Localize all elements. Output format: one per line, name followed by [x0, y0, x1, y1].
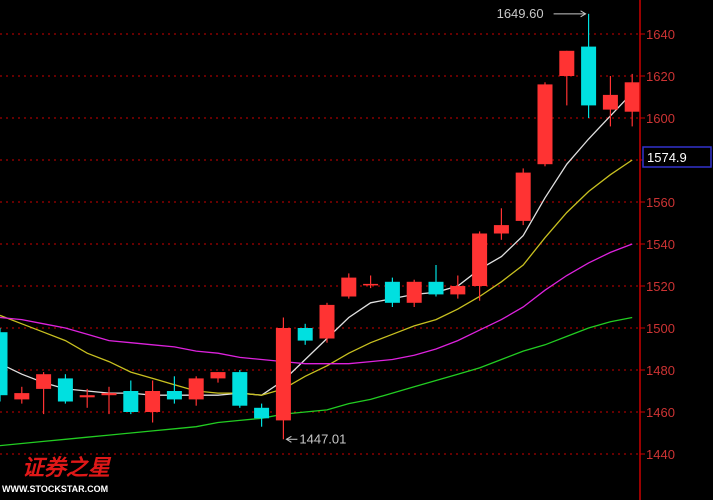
candle-body: [602, 94, 618, 110]
candle-body: [559, 50, 575, 76]
moving-average-line: [0, 92, 633, 396]
candle-up: [559, 50, 575, 106]
moving-average-line: [0, 159, 633, 396]
stock-chart-panel: 1440146014801500152015401560158016001620…: [0, 0, 713, 500]
watermark-logo: 证券之星 WWW.STOCKSTAR.COM: [2, 455, 112, 494]
y-tick-label: 1620: [646, 69, 675, 84]
candle-up: [36, 372, 52, 415]
candle-body: [57, 378, 73, 402]
candle-body: [581, 46, 597, 106]
low-price-label: 1447.01: [299, 431, 346, 446]
candle-up: [602, 76, 618, 127]
candle-up: [472, 231, 488, 301]
candle-body: [14, 393, 30, 400]
candle-body: [297, 328, 313, 341]
y-tick-label: 1540: [646, 237, 675, 252]
candle-body: [406, 281, 422, 303]
candle-up: [515, 168, 531, 226]
candle-up: [275, 317, 291, 440]
candle-up: [14, 386, 30, 404]
candlestick-chart: 1440146014801500152015401560158016001620…: [0, 0, 712, 500]
moving-average-line: [0, 243, 633, 365]
candle-up: [450, 275, 466, 299]
candle-body: [166, 391, 182, 400]
y-tick-label: 1440: [646, 447, 675, 462]
candle-up: [537, 82, 553, 167]
candle-up: [363, 275, 379, 289]
candle-up: [188, 376, 204, 406]
watermark-english: WWW.STOCKSTAR.COM: [2, 484, 108, 494]
candle-up: [493, 208, 509, 240]
candle-body: [450, 286, 466, 295]
candle-body: [79, 395, 95, 398]
candle-layer: [0, 13, 640, 440]
y-tick-label: 1600: [646, 111, 675, 126]
candle-up: [210, 372, 226, 383]
candle-down: [581, 13, 597, 118]
candle-body: [319, 304, 335, 339]
candle-body: [472, 233, 488, 286]
candle-body: [36, 374, 52, 389]
candle-body: [624, 82, 640, 112]
candle-body: [145, 391, 161, 412]
candle-up: [145, 380, 161, 423]
candle-body: [232, 372, 248, 406]
candle-up: [406, 279, 422, 307]
candle-body: [493, 225, 509, 234]
candle-down: [166, 376, 182, 404]
candle-body: [428, 281, 444, 295]
y-tick-label: 1500: [646, 321, 675, 336]
current-price-marker: 1574.9: [642, 146, 712, 168]
candle-up: [319, 302, 335, 343]
y-tick-label: 1640: [646, 27, 675, 42]
y-tick-label: 1560: [646, 195, 675, 210]
candle-down: [254, 403, 270, 427]
price-axis: 1440146014801500152015401560158016001620…: [639, 0, 675, 500]
candle-down: [297, 323, 313, 345]
candle-body: [123, 391, 139, 412]
candle-body: [188, 378, 204, 400]
candle-body: [275, 328, 291, 421]
y-tick-label: 1480: [646, 363, 675, 378]
current-price-label: 1574.9: [647, 150, 687, 165]
candle-body: [515, 172, 531, 221]
candle-body: [0, 332, 8, 396]
candle-down: [57, 374, 73, 404]
candle-up: [101, 386, 117, 415]
moving-average-layer: [0, 92, 633, 447]
candle-body: [384, 281, 400, 303]
candle-body: [210, 372, 226, 379]
candle-body: [254, 407, 270, 419]
y-tick-label: 1460: [646, 405, 675, 420]
candle-down: [232, 370, 248, 408]
candle-down: [0, 328, 8, 402]
candle-down: [428, 265, 444, 297]
y-tick-label: 1520: [646, 279, 675, 294]
high-price-label: 1649.60: [497, 6, 544, 21]
candle-body: [101, 393, 117, 396]
candle-body: [537, 84, 553, 165]
candle-up: [341, 273, 357, 299]
watermark-chinese: 证券之星: [22, 455, 112, 481]
candle-up: [624, 73, 640, 127]
candle-down: [384, 277, 400, 307]
candle-body: [363, 283, 379, 286]
candle-body: [341, 277, 357, 297]
candle-down: [123, 380, 139, 415]
